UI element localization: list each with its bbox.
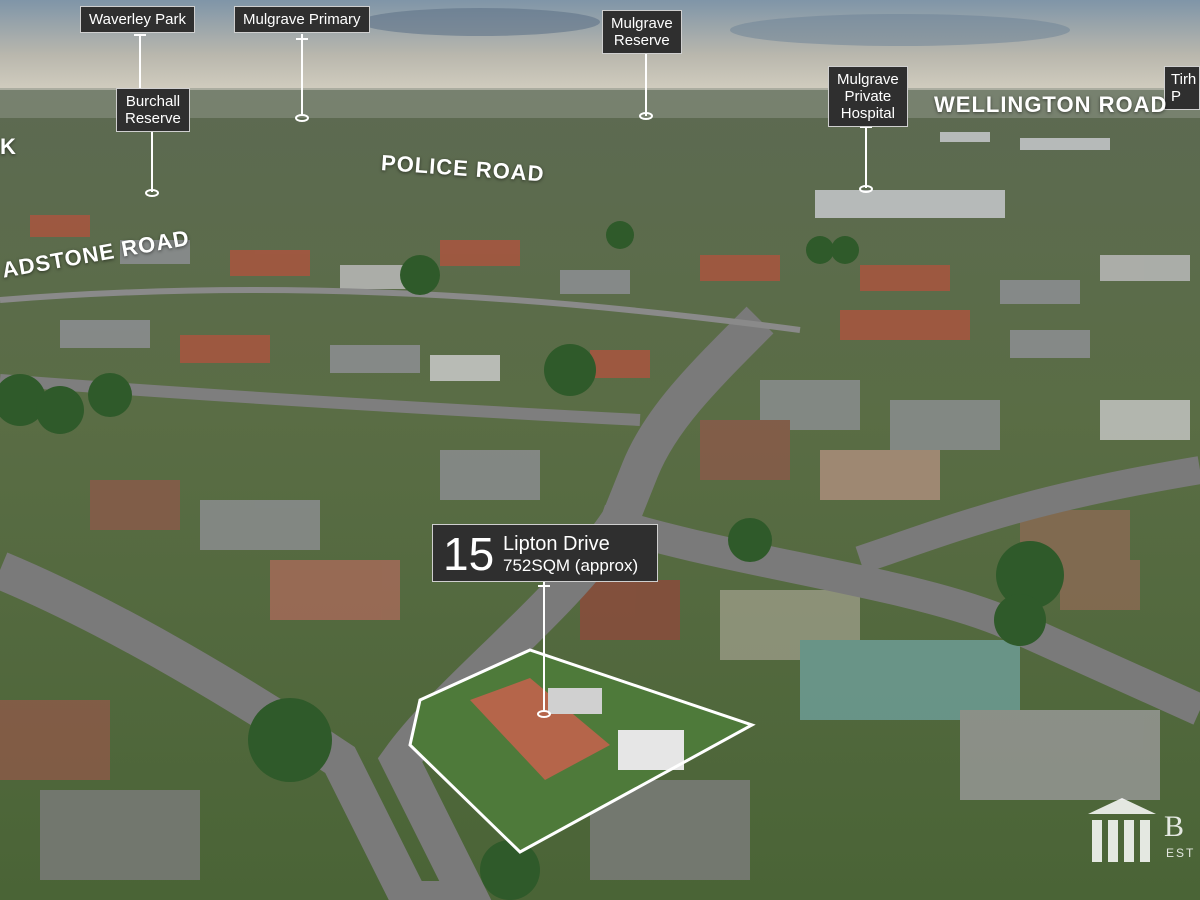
aerial-photo: Waverley Park Mulgrave Primary Mulgrave … — [0, 0, 1200, 900]
agency-watermark: B EST — [1084, 796, 1200, 868]
mulgrave-private-hospital-pin — [865, 124, 867, 188]
landmark-label-mulgrave-private-hospital: Mulgrave Private Hospital — [828, 66, 908, 127]
landmark-label-mulgrave-primary: Mulgrave Primary — [234, 6, 370, 33]
property-pin-cap — [538, 585, 550, 587]
burchall-reserve-pin — [151, 128, 153, 192]
mulgrave-reserve-pin — [645, 50, 647, 116]
building-logo-icon — [1088, 798, 1156, 862]
property-street: Lipton Drive — [503, 533, 610, 555]
waverley-park-pin-cap — [134, 34, 146, 36]
waverley-park-pin — [139, 34, 141, 88]
property-label: 15 Lipton Drive 752SQM (approx) — [432, 524, 658, 582]
burchall-reserve-pin-dot — [145, 189, 159, 197]
aerial-background — [0, 0, 1200, 900]
landmark-label-tirh: Tirh P — [1164, 66, 1200, 110]
mulgrave-primary-pin-dot — [295, 114, 309, 122]
road-label-wellington-road: WELLINGTON ROAD — [934, 92, 1168, 117]
mulgrave-primary-pin — [301, 34, 303, 116]
mulgrave-reserve-pin-dot — [639, 112, 653, 120]
agency-watermark-text: B — [1164, 810, 1185, 843]
mulgrave-primary-pin-cap — [296, 38, 308, 40]
landmark-label-waverley-park: Waverley Park — [80, 6, 195, 33]
property-area: 752SQM (approx) — [503, 556, 639, 575]
property-pin — [543, 582, 545, 712]
agency-watermark-sub: EST — [1166, 846, 1196, 860]
property-pin-dot — [537, 710, 551, 718]
mulgrave-private-hospital-pin-dot — [859, 185, 873, 193]
landmark-label-burchall-reserve: Burchall Reserve — [116, 88, 190, 132]
road-label-left-edge: K — [0, 134, 17, 159]
property-number: 15 — [443, 528, 495, 580]
landmark-label-mulgrave-reserve: Mulgrave Reserve — [602, 10, 682, 54]
